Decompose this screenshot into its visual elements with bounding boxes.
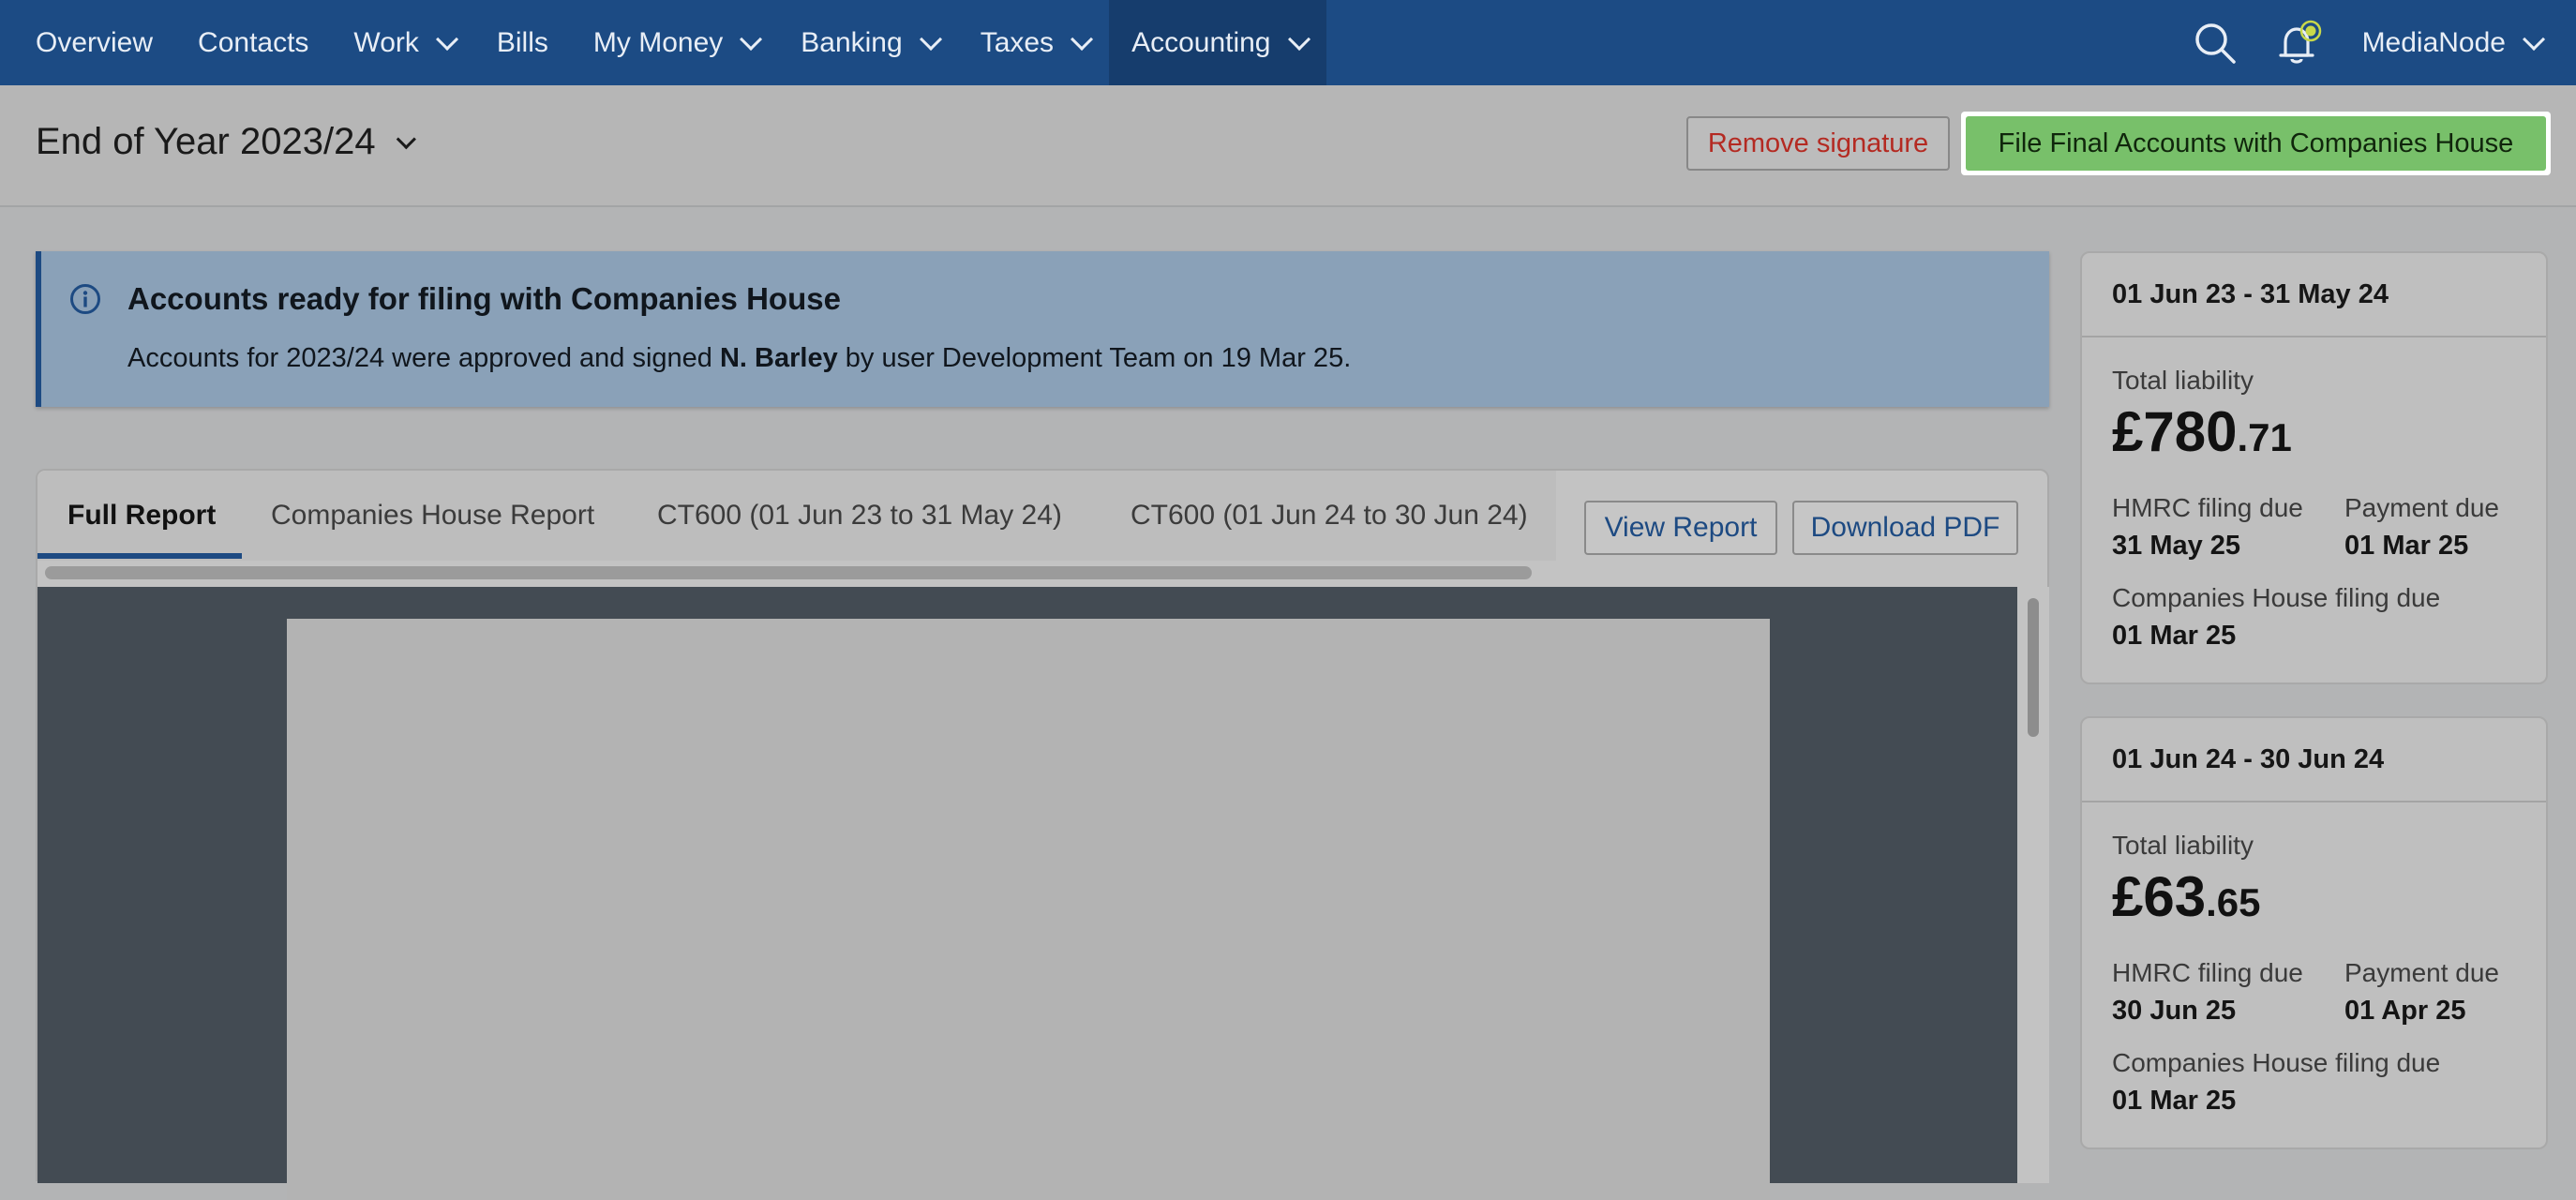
chevron-down-icon: [1071, 27, 1094, 51]
hmrc-filing-date: 30 Jun 25: [2112, 996, 2237, 1026]
search-icon[interactable]: [2190, 18, 2240, 68]
tab-label: CT600 (01 Jun 23 to 31 May 24): [657, 500, 1062, 531]
chevron-down-icon: [1287, 27, 1310, 51]
total-liability-label: Total liability: [2112, 366, 2254, 395]
active-tab-indicator: [37, 553, 242, 559]
nav-item-label: Banking: [801, 26, 903, 58]
hmrc-filing-date: 31 May 25: [2112, 531, 2241, 561]
bell-icon[interactable]: [2274, 18, 2325, 68]
info-icon: [70, 284, 100, 314]
page-title: End of Year 2023/24: [36, 121, 376, 162]
period-card: 01 Jun 24 - 30 Jun 24 Total liability £6…: [2080, 716, 2548, 1149]
alert-text-after: by user Development Team on 19 Mar 25.: [837, 343, 1352, 373]
viewer-scrollbar[interactable]: [2017, 587, 2049, 1183]
companies-house-filing-label: Companies House filing due: [2112, 583, 2441, 612]
nav-item-label: Bills: [496, 26, 548, 58]
total-liability-amount: £780.71: [2112, 399, 2292, 464]
report-tabs: Full Report Companies House Report CT600…: [37, 471, 1556, 579]
pdf-viewer: [37, 587, 2017, 1200]
alert-signer: N. Barley: [719, 343, 838, 373]
file-final-accounts-label: File Final Accounts with Companies House: [1998, 128, 2514, 158]
companies-house-filing-label: Companies House filing due: [2112, 1048, 2441, 1077]
nav-item-label: Taxes: [980, 26, 1055, 58]
tabs-scrollbar[interactable]: [45, 566, 1532, 579]
nav-item-overview[interactable]: Overview: [0, 0, 175, 85]
nav-item-contacts[interactable]: Contacts: [175, 0, 331, 85]
nav-item-bills[interactable]: Bills: [474, 0, 571, 85]
tab-full-report[interactable]: Full Report: [67, 471, 216, 561]
alert-text-before: Accounts for 2023/24 were approved and s…: [127, 343, 720, 373]
payment-due-date: 01 Apr 25: [2344, 996, 2466, 1026]
nav-item-label: My Money: [592, 26, 724, 58]
tab-companies-house-report[interactable]: Companies House Report: [271, 471, 594, 561]
nav-right: MediaNode: [2173, 0, 2576, 85]
alert-text: Accounts for 2023/24 were approved and s…: [127, 343, 1351, 374]
chevron-down-icon: [919, 27, 942, 51]
chevron-down-icon: [435, 27, 458, 51]
nav-item-accounting[interactable]: Accounting: [1109, 0, 1326, 85]
payment-due-label: Payment due: [2344, 493, 2499, 522]
companies-house-filing-date: 01 Mar 25: [2112, 621, 2237, 651]
user-menu[interactable]: MediaNode: [2342, 27, 2576, 59]
nav-item-work[interactable]: Work: [331, 0, 473, 85]
top-nav: Overview Contacts Work Bills My Money Ba…: [0, 0, 2576, 85]
report-panel: Full Report Companies House Report CT600…: [36, 469, 2049, 1200]
tab-label: Companies House Report: [271, 500, 595, 531]
hmrc-filing-label: HMRC filing due: [2112, 493, 2303, 522]
document-page: [287, 619, 1770, 1200]
view-report-button[interactable]: View Report: [1584, 501, 1777, 555]
nav-item-banking[interactable]: Banking: [778, 0, 957, 85]
file-accounts-highlight: File Final Accounts with Companies House: [1961, 112, 2551, 175]
info-alert: Accounts ready for filing with Companies…: [36, 251, 2049, 407]
tab-label: Full Report: [67, 500, 217, 531]
remove-signature-button[interactable]: Remove signature: [1686, 116, 1950, 171]
nav-item-label: Contacts: [198, 26, 309, 58]
amount-fraction: .71: [2237, 415, 2292, 459]
chevron-down-icon: [740, 27, 763, 51]
period-range: 01 Jun 23 - 31 May 24: [2082, 253, 2546, 338]
chevron-down-icon: [396, 129, 416, 150]
tab-ct600-2023[interactable]: CT600 (01 Jun 23 to 31 May 24): [657, 471, 1062, 561]
viewer-scrollbar-thumb[interactable]: [2028, 598, 2039, 737]
amount-main: £63: [2112, 865, 2207, 928]
nav-item-label: Accounting: [1131, 26, 1271, 58]
payment-due-date: 01 Mar 25: [2344, 531, 2469, 561]
companies-house-filing-date: 01 Mar 25: [2112, 1086, 2237, 1116]
nav-item-label: Work: [353, 26, 419, 58]
period-card: 01 Jun 23 - 31 May 24 Total liability £7…: [2080, 251, 2548, 684]
total-liability-amount: £63.65: [2112, 864, 2261, 929]
alert-title: Accounts ready for filing with Companies…: [127, 281, 841, 316]
nav-item-label: Overview: [36, 26, 154, 58]
file-final-accounts-button[interactable]: File Final Accounts with Companies House: [1966, 116, 2546, 171]
remove-signature-label: Remove signature: [1707, 128, 1929, 158]
page-header: End of Year 2023/24 Remove signature Fil…: [0, 85, 2576, 207]
download-pdf-label: Download PDF: [1810, 512, 2000, 543]
view-report-label: View Report: [1604, 512, 1758, 543]
user-name: MediaNode: [2361, 26, 2506, 58]
download-pdf-button[interactable]: Download PDF: [1792, 501, 2018, 555]
total-liability-label: Total liability: [2112, 831, 2254, 860]
tab-label: CT600 (01 Jun 24 to 30 Jun 24): [1131, 500, 1528, 531]
payment-due-label: Payment due: [2344, 958, 2499, 987]
amount-main: £780: [2112, 400, 2238, 463]
tab-ct600-2024[interactable]: CT600 (01 Jun 24 to 30 Jun 24): [1131, 471, 1528, 561]
hmrc-filing-label: HMRC filing due: [2112, 958, 2303, 987]
period-range: 01 Jun 24 - 30 Jun 24: [2082, 718, 2546, 802]
amount-fraction: .65: [2206, 880, 2261, 924]
nav-item-my-money[interactable]: My Money: [571, 0, 778, 85]
chevron-down-icon: [2523, 27, 2546, 51]
nav-item-taxes[interactable]: Taxes: [958, 0, 1109, 85]
year-selector[interactable]: End of Year 2023/24: [36, 121, 416, 163]
